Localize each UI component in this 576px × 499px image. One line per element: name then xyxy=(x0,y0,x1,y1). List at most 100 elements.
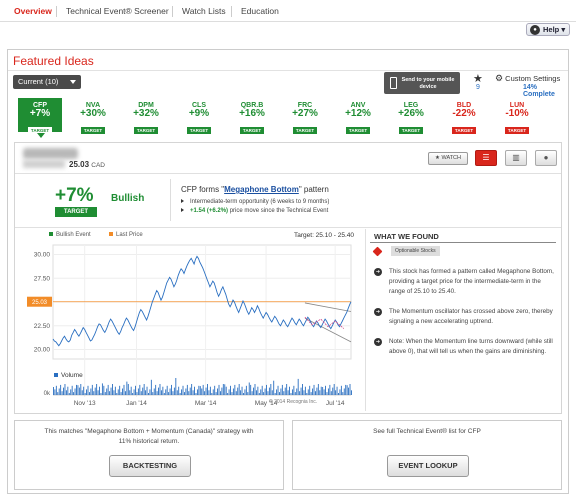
volume-bar xyxy=(335,390,337,395)
volume-bar xyxy=(60,384,62,395)
target-badge: TARGET xyxy=(55,207,97,217)
volume-bar xyxy=(225,386,227,395)
volume-bar xyxy=(96,384,98,395)
volume-bar xyxy=(263,392,265,395)
volume-bar xyxy=(222,384,224,395)
volume-bar xyxy=(333,384,335,395)
idea-tile-frc[interactable]: FRC +27% TARGET xyxy=(283,98,327,134)
finding-note: ➜ This stock has formed a pattern called … xyxy=(374,267,554,297)
gear-icon: ⚙ xyxy=(495,73,504,83)
tab-technical-event-screener[interactable]: Technical Event® Screener xyxy=(66,6,169,16)
volume-bar xyxy=(153,388,155,395)
volume-bar xyxy=(159,384,161,395)
ideas-strip: CFP +7% TARGET NVA +30% TARGET DPM +32% TARGET CL… xyxy=(14,98,562,138)
custom-settings-link[interactable]: ⚙ Custom Settings xyxy=(495,73,560,84)
idea-percent: +26% xyxy=(398,108,424,119)
backtesting-card: This matches "Megaphone Bottom + Momentu… xyxy=(14,420,284,490)
volume-bar xyxy=(130,386,132,395)
tab-overview[interactable]: Overview xyxy=(14,6,52,16)
volume-bar xyxy=(178,386,180,395)
volume-bar xyxy=(74,388,76,395)
star-count[interactable]: 9 xyxy=(476,84,480,91)
volume-bar xyxy=(139,384,141,395)
volume-bar xyxy=(326,392,328,395)
idea-tile-cls[interactable]: CLS +9% TARGET xyxy=(177,98,221,134)
idea-tile-bld[interactable]: BLD -22% TARGET xyxy=(442,98,486,134)
volume-label: Volume xyxy=(61,372,83,379)
volume-bar xyxy=(212,389,214,395)
idea-tile-lun[interactable]: LUN -10% TARGET xyxy=(495,98,539,134)
volume-bar xyxy=(70,389,72,395)
volume-bar xyxy=(280,388,282,395)
volume-bar xyxy=(264,388,266,395)
idea-percent: +27% xyxy=(292,108,318,119)
idea-target-badge: TARGET xyxy=(133,127,159,134)
volume-bar xyxy=(251,391,253,395)
volume-bar xyxy=(241,386,243,395)
volume-bar xyxy=(228,389,230,395)
idea-tile-leg[interactable]: LEG +26% TARGET xyxy=(389,98,433,134)
what-we-found-section: WHAT WE FOUND Optionable Stocks ➜ This st… xyxy=(365,229,559,411)
idea-detail-card: 25.03 CAD ★ WATCH ☰ ▥ ● +7% TARGET Bulli… xyxy=(14,142,562,414)
event-lookup-text: See full Technical Event® list for CFP xyxy=(373,428,481,435)
volume-bar xyxy=(205,387,207,395)
volume-bar xyxy=(315,391,316,395)
volume-bar xyxy=(243,393,244,395)
volume-bar xyxy=(163,393,165,395)
idea-tile-qbr-b[interactable]: QBR.B +16% TARGET xyxy=(230,98,274,134)
volume-bar xyxy=(261,385,263,395)
volume-bar xyxy=(150,379,152,395)
chevron-down-icon: ▾ xyxy=(561,25,566,34)
volume-bar xyxy=(260,389,262,395)
x-tick-label: Jan '14 xyxy=(126,400,147,407)
idea-tile-dpm[interactable]: DPM +32% TARGET xyxy=(124,98,168,134)
ideas-filter-dropdown[interactable]: Current (10) xyxy=(13,75,81,89)
section-title: WHAT WE FOUND xyxy=(374,232,439,241)
idea-tile-nva[interactable]: NVA +30% TARGET xyxy=(71,98,115,134)
backtesting-button[interactable]: BACKTESTING xyxy=(109,455,191,477)
volume-bar xyxy=(100,393,102,395)
volume-bar xyxy=(129,390,131,395)
price-chart[interactable]: Bullish Event Last Price Target: 25.10 -… xyxy=(19,229,359,411)
bar-chart-icon[interactable]: ▥ xyxy=(505,150,527,166)
help-button[interactable]: ● Help ▾ xyxy=(526,23,570,36)
volume-bar xyxy=(63,387,64,395)
volume-bar xyxy=(123,384,125,395)
volume-bar xyxy=(250,384,252,395)
volume-bar xyxy=(114,386,116,395)
pattern-link[interactable]: Megaphone Bottom xyxy=(224,185,299,194)
strategy-text: This matches "Megaphone Bottom + Momentu… xyxy=(15,427,283,447)
volume-bar xyxy=(306,393,308,395)
volume-bar xyxy=(340,385,342,395)
volume-bar xyxy=(148,393,149,395)
info-icon[interactable]: ● xyxy=(535,150,557,166)
bullet-item: +1.54 (+6.2%) price move since the Techn… xyxy=(181,207,329,216)
send-label-line-1: Send to your mobile xyxy=(401,77,455,83)
watch-button[interactable]: ★ WATCH xyxy=(428,152,468,165)
pattern-suffix: " pattern xyxy=(298,185,329,194)
idea-tile-anv[interactable]: ANV +12% TARGET xyxy=(336,98,380,134)
volume-bar xyxy=(258,393,260,395)
send-to-mobile-button[interactable]: Send to your mobile device xyxy=(384,72,460,94)
tab-watch-lists[interactable]: Watch Lists xyxy=(182,6,226,16)
volume-bar xyxy=(281,384,283,395)
volume-bar xyxy=(80,384,82,395)
idea-target-badge: TARGET xyxy=(345,127,371,134)
volume-bar xyxy=(77,385,79,395)
dropdown-label: Current (10) xyxy=(18,77,59,86)
settings-progress[interactable]: 14% Complete xyxy=(523,84,568,98)
volume-bar xyxy=(351,390,352,395)
idea-percent: +7% xyxy=(29,108,51,119)
event-lookup-button[interactable]: EVENT LOOKUP xyxy=(387,455,469,477)
list-view-icon[interactable]: ☰ xyxy=(475,150,497,166)
volume-bar xyxy=(204,391,206,395)
volume-bar xyxy=(156,391,158,395)
optionable-chip[interactable]: Optionable Stocks xyxy=(391,246,440,256)
tab-education[interactable]: Education xyxy=(241,6,279,16)
chart-canvas: 30.0027.5025.0022.5020.00Nov '13Jan '14M… xyxy=(27,244,352,407)
volume-bar xyxy=(189,387,191,395)
volume-bar xyxy=(140,391,142,395)
volume-bar xyxy=(230,385,231,395)
idea-tile-cfp[interactable]: CFP +7% TARGET xyxy=(18,98,62,138)
volume-bar xyxy=(54,389,56,395)
